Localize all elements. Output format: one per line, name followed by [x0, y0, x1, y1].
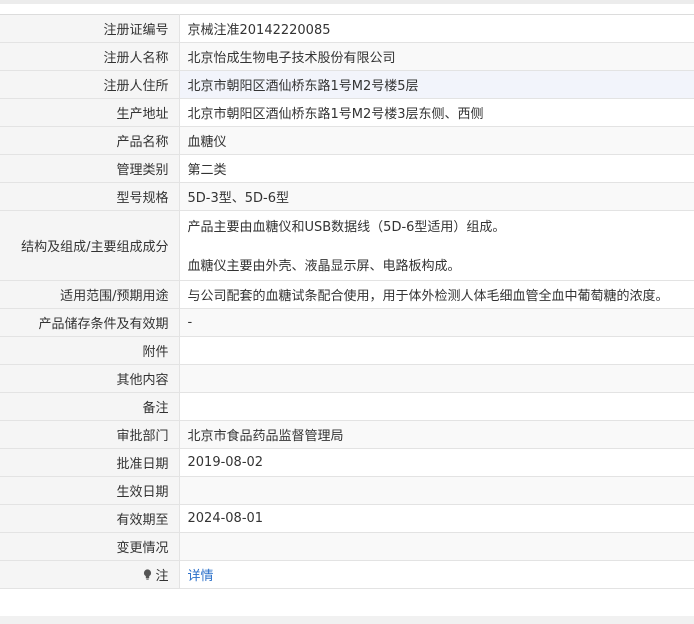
lightbulb-icon	[143, 569, 152, 580]
row-label-registrant-address: 注册人住所	[0, 70, 180, 99]
row-value-structure-composition: 产品主要由血糖仪和USB数据线（5D-6型适用）组成。 血糖仪主要由外壳、液晶显…	[179, 210, 694, 281]
row-label-note: 注	[0, 560, 180, 589]
row-label-intended-use: 适用范围/预期用途	[0, 280, 180, 309]
table-row: 生产地址 北京市朝阳区酒仙桥东路1号M2号楼3层东侧、西侧	[0, 98, 694, 127]
details-link[interactable]: 详情	[188, 569, 214, 584]
table-row: 产品储存条件及有效期 -	[0, 308, 694, 337]
note-label-wrap: 注	[143, 565, 169, 584]
row-value-approval-department: 北京市食品药品监督管理局	[179, 420, 694, 449]
table-row: 型号规格 5D-3型、5D-6型	[0, 182, 694, 211]
table-row: 变更情况	[0, 532, 694, 561]
row-label-management-category: 管理类别	[0, 154, 180, 183]
row-value-other-content	[179, 364, 694, 393]
row-value-registrant-address: 北京市朝阳区酒仙桥东路1号M2号楼5层	[179, 70, 694, 99]
top-band	[0, 0, 694, 4]
table-row: 注 详情	[0, 560, 694, 589]
row-value-model-spec: 5D-3型、5D-6型	[179, 182, 694, 211]
row-value-storage-validity: -	[179, 308, 694, 337]
row-label-approval-department: 审批部门	[0, 420, 180, 449]
table-row: 注册人住所 北京市朝阳区酒仙桥东路1号M2号楼5层	[0, 70, 694, 99]
row-label-storage-validity: 产品储存条件及有效期	[0, 308, 180, 337]
table-row: 注册证编号 京械注准20142220085	[0, 14, 694, 43]
table-row: 注册人名称 北京怡成生物电子技术股份有限公司	[0, 42, 694, 71]
table-row: 备注	[0, 392, 694, 421]
table-row: 附件	[0, 336, 694, 365]
row-label-production-address: 生产地址	[0, 98, 180, 127]
row-label-product-name: 产品名称	[0, 126, 180, 155]
table-row: 批准日期 2019-08-02	[0, 448, 694, 477]
table-row: 其他内容	[0, 364, 694, 393]
row-value-remarks	[179, 392, 694, 421]
composition-line-2: 血糖仪主要由外壳、液晶显示屏、电路板构成。	[187, 259, 461, 274]
row-label-change-status: 变更情况	[0, 532, 180, 561]
row-label-registrant-name: 注册人名称	[0, 42, 180, 71]
row-label-structure-composition: 结构及组成/主要组成成分	[0, 210, 180, 281]
row-value-effective-date	[179, 476, 694, 505]
row-value-attachments	[179, 336, 694, 365]
registration-detail-table: 注册证编号 京械注准20142220085 注册人名称 北京怡成生物电子技术股份…	[0, 14, 694, 589]
row-label-registration-number: 注册证编号	[0, 14, 180, 43]
table-row: 有效期至 2024-08-01	[0, 504, 694, 533]
row-value-note: 详情	[179, 560, 694, 589]
bottom-band	[0, 616, 694, 624]
row-value-registration-number: 京械注准20142220085	[179, 14, 694, 43]
row-value-product-name: 血糖仪	[179, 126, 694, 155]
row-value-intended-use: 与公司配套的血糖试条配合使用，用于体外检测人体毛细血管全血中葡萄糖的浓度。	[179, 280, 694, 309]
row-label-attachments: 附件	[0, 336, 180, 365]
table-row: 产品名称 血糖仪	[0, 126, 694, 155]
composition-gap	[188, 236, 687, 258]
row-label-remarks: 备注	[0, 392, 180, 421]
table-row: 生效日期	[0, 476, 694, 505]
row-value-registrant-name: 北京怡成生物电子技术股份有限公司	[179, 42, 694, 71]
row-value-change-status	[179, 532, 694, 561]
row-value-valid-until: 2024-08-01	[179, 504, 694, 533]
note-label-text: 注	[155, 569, 169, 584]
table-row: 结构及组成/主要组成成分 产品主要由血糖仪和USB数据线（5D-6型适用）组成。…	[0, 210, 694, 281]
table-row: 审批部门 北京市食品药品监督管理局	[0, 420, 694, 449]
row-label-effective-date: 生效日期	[0, 476, 180, 505]
row-label-valid-until: 有效期至	[0, 504, 180, 533]
row-label-model-spec: 型号规格	[0, 182, 180, 211]
row-value-production-address: 北京市朝阳区酒仙桥东路1号M2号楼3层东侧、西侧	[179, 98, 694, 127]
row-value-approval-date: 2019-08-02	[179, 448, 694, 477]
composition-line-1: 产品主要由血糖仪和USB数据线（5D-6型适用）组成。	[187, 220, 506, 235]
row-label-approval-date: 批准日期	[0, 448, 180, 477]
row-value-management-category: 第二类	[179, 154, 694, 183]
table-row: 适用范围/预期用途 与公司配套的血糖试条配合使用，用于体外检测人体毛细血管全血中…	[0, 280, 694, 309]
row-label-other-content: 其他内容	[0, 364, 180, 393]
table-row: 管理类别 第二类	[0, 154, 694, 183]
